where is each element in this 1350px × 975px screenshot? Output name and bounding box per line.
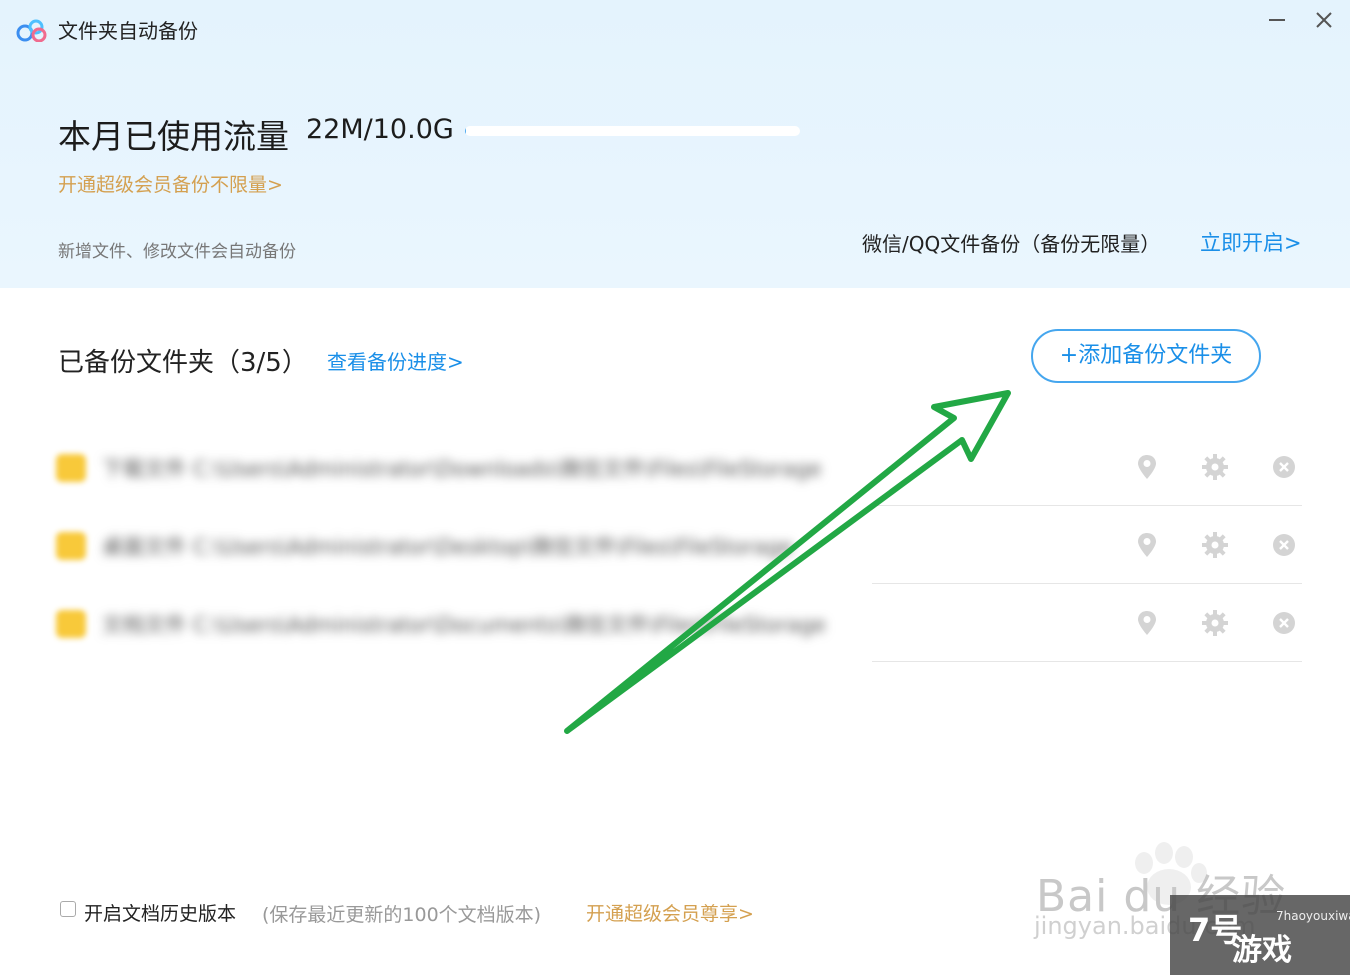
game-site-text: 游戏: [1232, 933, 1292, 968]
baidu-netdisk-logo-icon: [16, 18, 48, 43]
folder-path: 下载文件 C:\Users\Administrator\Downloads\微信…: [102, 457, 822, 481]
folder-icon: [56, 454, 86, 482]
folder-row: 下载文件 C:\Users\Administrator\Downloads\微信…: [40, 428, 1302, 506]
usage-value: 22M/10.0G: [306, 114, 454, 145]
remove-folder-icon[interactable]: [1269, 452, 1299, 482]
history-version-label: 开启文档历史版本: [84, 903, 237, 925]
remove-folder-icon[interactable]: [1269, 608, 1299, 638]
header-panel: 文件夹自动备份 本月已使用流量 22M/10.0G 开通超级会员备份不限量> 新…: [0, 0, 1350, 288]
vip-exclusive-link[interactable]: 开通超级会员尊享>: [586, 899, 754, 926]
window-title: 文件夹自动备份: [58, 19, 198, 43]
auto-backup-note: 新增文件、修改文件会自动备份: [58, 242, 296, 262]
usage-progress-bar: [465, 126, 800, 136]
history-version-checkbox[interactable]: [60, 901, 76, 917]
minimize-button[interactable]: [1258, 6, 1296, 42]
row-divider: [872, 661, 1302, 662]
settings-gear-icon[interactable]: [1200, 452, 1230, 482]
folder-path: 文档文件 C:\Users\Administrator\Documents\微信…: [102, 613, 826, 637]
location-pin-icon[interactable]: [1132, 452, 1162, 482]
folder-row: 桌面文件 C:\Users\Administrator\Desktop\微信文件…: [40, 506, 1302, 584]
backed-up-folders-title: 已备份文件夹（3/5）: [58, 348, 308, 378]
game-site-url: 7haoyouxiwang: [1276, 909, 1350, 923]
view-progress-link[interactable]: 查看备份进度>: [327, 346, 464, 375]
folder-icon: [56, 532, 86, 560]
location-pin-icon[interactable]: [1132, 608, 1162, 638]
usage-progress-fill: [465, 126, 466, 136]
remove-folder-icon[interactable]: [1269, 530, 1299, 560]
history-version-note: (保存最近更新的100个文档版本): [262, 904, 542, 926]
folder-icon: [56, 610, 86, 638]
wechat-enable-link[interactable]: 立即开启>: [1200, 227, 1302, 257]
settings-gear-icon[interactable]: [1200, 530, 1230, 560]
vip-unlimited-link[interactable]: 开通超级会员备份不限量>: [58, 170, 283, 197]
folder-path: 桌面文件 C:\Users\Administrator\Desktop\微信文件…: [102, 535, 793, 559]
wechat-backup-text: 微信/QQ文件备份（备份无限量）: [862, 232, 1161, 256]
add-backup-folder-button[interactable]: +添加备份文件夹: [1031, 329, 1261, 383]
close-icon[interactable]: [1305, 6, 1343, 42]
settings-gear-icon[interactable]: [1200, 608, 1230, 638]
usage-label: 本月已使用流量: [58, 117, 289, 156]
location-pin-icon[interactable]: [1132, 530, 1162, 560]
title-bar: 文件夹自动备份: [0, 0, 1350, 60]
folder-row: 文档文件 C:\Users\Administrator\Documents\微信…: [40, 584, 1302, 662]
